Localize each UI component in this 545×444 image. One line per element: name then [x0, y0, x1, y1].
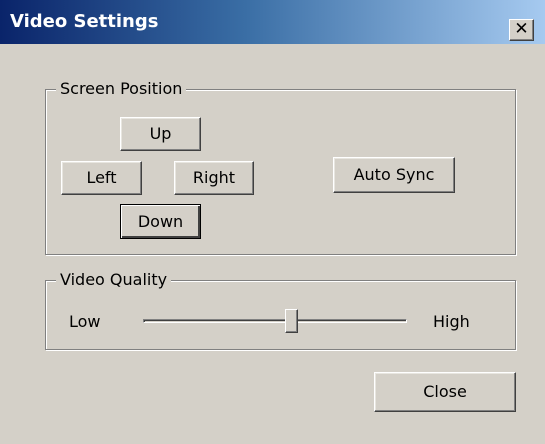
right-button[interactable]: Right: [174, 161, 254, 195]
screen-position-label: Screen Position: [56, 78, 187, 100]
window-title: Video Settings: [10, 11, 159, 32]
window-bottom-edge: [0, 432, 545, 444]
video-settings-dialog: Video Settings ✕ Screen Position Up Left…: [0, 0, 545, 444]
video-quality-label: Video Quality: [56, 269, 172, 291]
left-button[interactable]: Left: [61, 161, 142, 195]
title-bar[interactable]: Video Settings ✕: [0, 0, 545, 44]
close-icon: ✕: [514, 19, 529, 39]
up-button[interactable]: Up: [120, 117, 201, 151]
title-close-button[interactable]: ✕: [509, 19, 534, 41]
high-label: High: [433, 312, 470, 331]
video-quality-slider-thumb[interactable]: [284, 309, 298, 333]
down-button[interactable]: Down: [120, 204, 201, 239]
low-label: Low: [69, 312, 101, 331]
close-button[interactable]: Close: [374, 372, 516, 412]
video-quality-slider-track[interactable]: [143, 319, 407, 323]
auto-sync-button[interactable]: Auto Sync: [333, 157, 455, 193]
